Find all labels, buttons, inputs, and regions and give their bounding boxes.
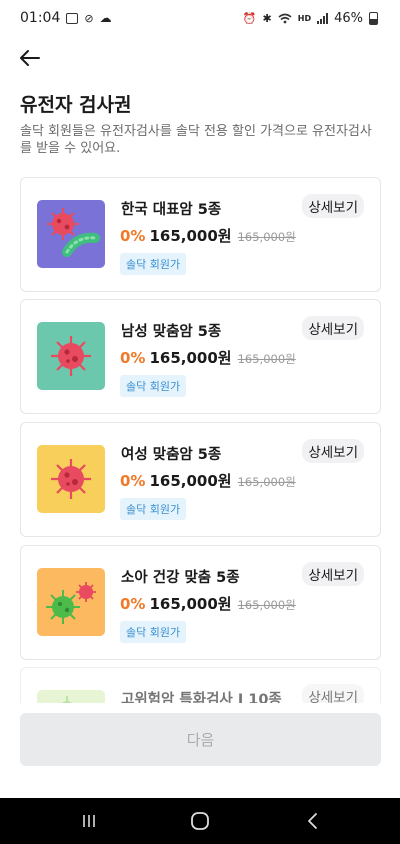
- product-name: 여성 맞춤암 5종: [121, 447, 222, 463]
- product-thumbnail: [37, 322, 105, 390]
- battery-percent: 46%: [334, 10, 363, 26]
- system-nav-bar: [0, 798, 400, 844]
- price-row: 0% 165,000원 165,000원: [120, 593, 296, 614]
- product-card[interactable]: 소아 건강 맞춤 5종 상세보기 0% 165,000원 165,000원 솔닥…: [20, 545, 381, 660]
- detail-button[interactable]: 상세보기: [302, 194, 364, 218]
- product-card[interactable]: 여성 맞춤암 5종 상세보기 0% 165,000원 165,000원 솔닥 회…: [20, 422, 381, 537]
- sale-price: 165,000원: [149, 227, 232, 245]
- germs-icon: [46, 582, 96, 624]
- sale-price: 165,000원: [149, 472, 232, 490]
- next-button[interactable]: 다음: [20, 713, 381, 766]
- original-price: 165,000원: [237, 352, 296, 366]
- product-name: 남성 맞춤암 5종: [121, 324, 222, 340]
- no-sim-icon: ⊘: [84, 11, 94, 25]
- virus-bacteria-icon: [47, 208, 100, 257]
- member-price-badge: 솔닥 회원가: [120, 621, 187, 643]
- home-icon: [191, 812, 209, 830]
- original-price: 165,000원: [237, 475, 296, 489]
- member-price-badge: 솔닥 회원가: [120, 498, 187, 520]
- member-price-badge: 솔닥 회원가: [120, 253, 187, 275]
- discount-rate: 0%: [120, 227, 146, 245]
- sale-price: 165,000원: [149, 349, 232, 367]
- product-list[interactable]: 한국 대표암 5종 상세보기 0% 165,000원 165,000원 솔닥 회…: [20, 177, 381, 713]
- product-name: 한국 대표암 5종: [121, 202, 222, 218]
- price-row: 0% 165,000원 165,000원: [120, 470, 296, 491]
- system-back-button[interactable]: [298, 808, 328, 834]
- product-card[interactable]: 한국 대표암 5종 상세보기 0% 165,000원 165,000원 솔닥 회…: [20, 177, 381, 292]
- recent-apps-button[interactable]: [74, 808, 104, 834]
- alarm-icon: ⏰: [242, 11, 257, 25]
- product-thumbnail: [37, 445, 105, 513]
- page-title: 유전자 검사권: [20, 94, 132, 116]
- status-bar: 01:04 ⊘ ☁ ⏰ ✱ HD 46%: [0, 0, 400, 36]
- discount-rate: 0%: [120, 349, 146, 367]
- cloud-icon: ☁: [99, 11, 112, 25]
- product-card[interactable]: 남성 맞춤암 5종 상세보기 0% 165,000원 165,000원 솔닥 회…: [20, 299, 381, 414]
- product-thumbnail: [37, 200, 105, 268]
- product-thumbnail: [37, 568, 105, 636]
- original-price: 165,000원: [237, 230, 296, 244]
- arrow-left-icon: [20, 50, 40, 66]
- battery-icon: [369, 11, 378, 25]
- bluetooth-icon: ✱: [262, 11, 272, 25]
- virus-icon: [51, 336, 91, 376]
- gallery-icon: [66, 12, 79, 24]
- bottom-action-bar: 다음: [0, 703, 400, 798]
- price-row: 0% 165,000원 165,000원: [120, 347, 296, 368]
- status-right: ⏰ ✱ HD 46%: [243, 11, 378, 26]
- page-subtitle: 솔닥 회원들은 유전자검사를 솔닥 전용 할인 가격으로 유전자검사를 받을 수…: [20, 124, 372, 156]
- original-price: 165,000원: [237, 598, 296, 612]
- back-button[interactable]: [14, 42, 46, 74]
- detail-button[interactable]: 상세보기: [302, 316, 364, 340]
- price-row: 0% 165,000원 165,000원: [120, 225, 296, 246]
- sale-price: 165,000원: [149, 595, 232, 613]
- detail-button[interactable]: 상세보기: [302, 562, 364, 586]
- discount-rate: 0%: [120, 595, 146, 613]
- virus-icon: [51, 459, 91, 499]
- status-time: 01:04: [20, 10, 61, 26]
- recent-apps-icon: [83, 815, 95, 827]
- status-left: 01:04 ⊘ ☁: [20, 10, 112, 26]
- home-button[interactable]: [185, 808, 215, 834]
- signal-icon: [317, 12, 329, 24]
- discount-rate: 0%: [120, 472, 146, 490]
- detail-button[interactable]: 상세보기: [302, 439, 364, 463]
- product-name: 소아 건강 맞춤 5종: [121, 570, 240, 586]
- chevron-left-icon: [308, 813, 317, 829]
- member-price-badge: 솔닥 회원가: [120, 375, 187, 397]
- hd-icon: HD: [297, 13, 312, 23]
- wifi-icon: [278, 13, 292, 23]
